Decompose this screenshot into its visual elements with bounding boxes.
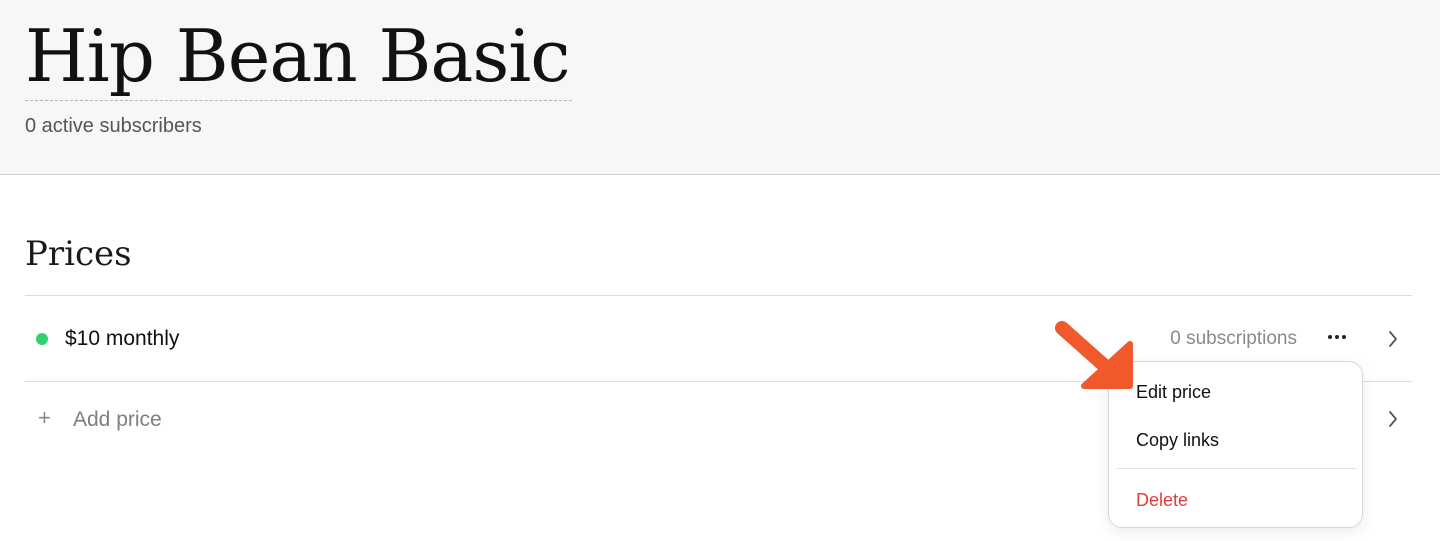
subscriptions-count: 0 subscriptions: [1170, 328, 1297, 349]
delete-menu-item[interactable]: Delete: [1136, 488, 1188, 512]
copy-links-menu-item[interactable]: Copy links: [1136, 428, 1219, 452]
price-label: $10 monthly: [65, 327, 180, 350]
more-horizontal-icon[interactable]: [1322, 322, 1352, 352]
product-title[interactable]: Hip Bean Basic: [25, 12, 572, 101]
edit-price-menu-item[interactable]: Edit price: [1136, 380, 1211, 404]
chevron-right-icon[interactable]: [1386, 409, 1400, 429]
plus-icon: +: [38, 405, 51, 430]
add-price-label: Add price: [73, 408, 162, 431]
product-header: Hip Bean Basic 0 active subscribers: [0, 0, 1440, 175]
active-subscribers-count: 0 active subscribers: [25, 115, 202, 137]
price-actions-menu: Edit price Copy links Delete: [1108, 361, 1363, 528]
chevron-right-icon[interactable]: [1386, 329, 1400, 349]
pointer-arrow-icon: [1055, 321, 1133, 389]
menu-divider: [1116, 468, 1357, 469]
active-status-dot: [36, 333, 48, 345]
prices-heading: Prices: [25, 234, 132, 274]
